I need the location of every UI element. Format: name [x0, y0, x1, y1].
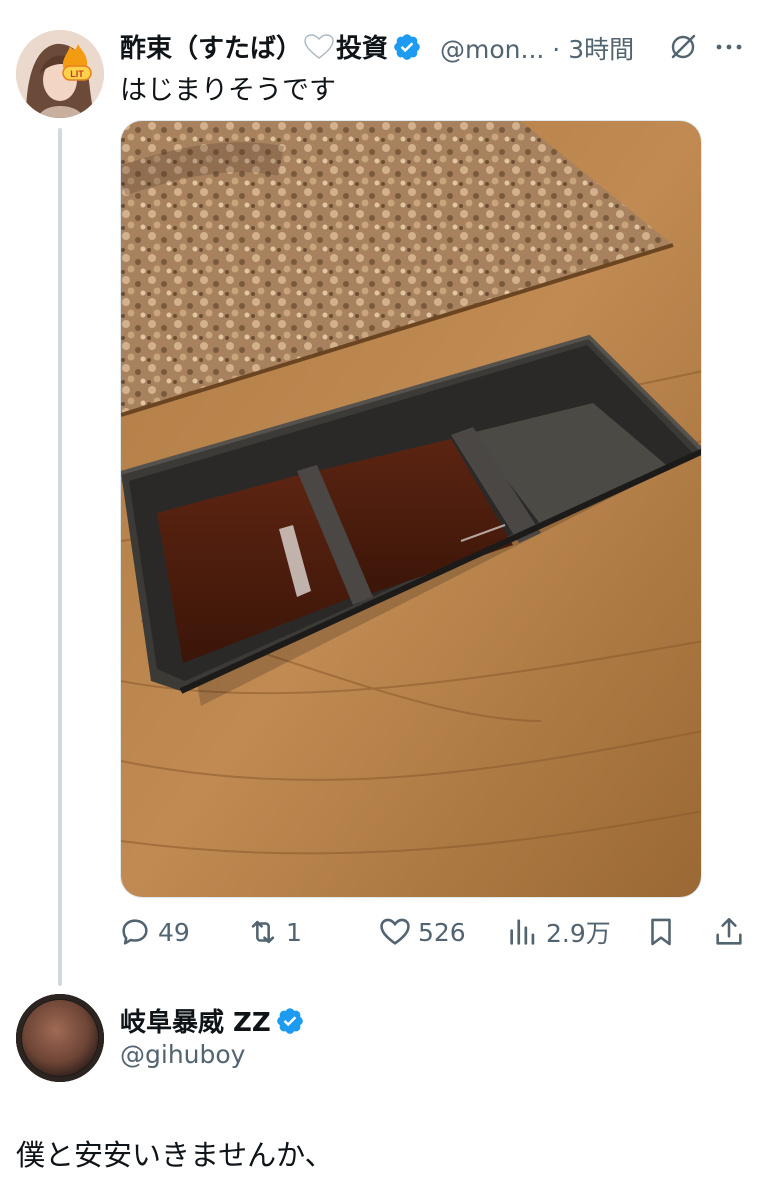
reply-author-handle[interactable]: @gihuboy — [120, 1040, 245, 1069]
author-display-name[interactable]: 酢束（すたば） 投資 — [120, 28, 422, 65]
analytics-icon — [510, 919, 535, 945]
like-count: 526 — [418, 917, 466, 947]
author-handle-and-time[interactable]: @mon... · 3時間 — [440, 30, 634, 66]
share-button[interactable] — [712, 912, 752, 952]
verified-badge-icon — [392, 32, 422, 62]
verified-badge-icon — [275, 1006, 305, 1036]
bookmark-button[interactable] — [644, 912, 684, 952]
reply-author-display-name[interactable]: 岐阜暴威 ZZ — [120, 1002, 305, 1039]
display-name-text: 酢束（すたば） — [120, 34, 303, 64]
reply-button[interactable]: 49 — [118, 912, 190, 952]
photo-sauce-dish — [121, 121, 701, 897]
bookmark-icon — [651, 918, 671, 946]
retweet-count: 1 — [286, 917, 302, 947]
more-options-icon[interactable] — [712, 30, 746, 64]
author-avatar[interactable]: LIT — [16, 30, 104, 118]
like-button[interactable]: 526 — [378, 912, 466, 952]
share-icon — [716, 917, 742, 945]
grok-icon[interactable] — [666, 30, 700, 64]
avatar-badge-text: LIT — [70, 69, 84, 79]
reply-tweet-text: 僕と安安いきませんか、 — [16, 1138, 334, 1172]
heart-icon — [380, 918, 410, 945]
reply-count: 49 — [158, 917, 190, 947]
thread-connector-line — [58, 128, 62, 986]
display-name-text: 岐阜暴威 ZZ — [120, 1008, 271, 1038]
view-count: 2.9万 — [546, 919, 611, 948]
avatar-image — [16, 994, 104, 1082]
tweet-text: はじまりそうです — [120, 75, 336, 106]
retweet-icon — [251, 920, 275, 944]
avatar-image: LIT — [16, 30, 104, 118]
tweet-timestamp[interactable]: · 3時間 — [552, 35, 634, 64]
retweet-button[interactable]: 1 — [246, 912, 302, 952]
display-name-text-suffix: 投資 — [336, 34, 389, 64]
reply-author-avatar[interactable] — [16, 994, 104, 1082]
author-handle[interactable]: @mon... — [440, 35, 544, 64]
white-heart-icon — [304, 34, 334, 60]
reply-icon — [122, 919, 148, 945]
tweet-photo[interactable] — [120, 120, 702, 898]
views-button[interactable]: 2.9万 — [506, 912, 611, 952]
